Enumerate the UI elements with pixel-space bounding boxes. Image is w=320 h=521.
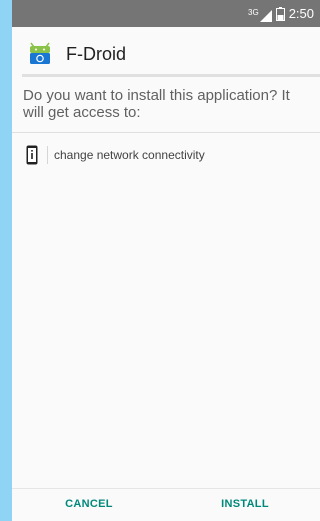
signal-icon: [259, 9, 272, 22]
install-button[interactable]: INSTALL: [198, 498, 292, 518]
clock: 2:50: [288, 6, 314, 21]
footer-divider: [12, 488, 320, 489]
install-dialog-screen: 3G 2:50 F-Droid Do you want to install t…: [12, 0, 320, 521]
cancel-button[interactable]: CANCEL: [42, 498, 136, 518]
permission-label: change network connectivity: [54, 148, 205, 162]
status-bar: 3G 2:50: [12, 0, 320, 27]
app-name: F-Droid: [66, 44, 127, 64]
phone-info-icon: [26, 145, 38, 165]
network-type-label: 3G: [248, 7, 259, 17]
section-divider: [12, 132, 320, 133]
permission-separator: [47, 146, 48, 164]
battery-icon: [275, 6, 285, 21]
header-divider: [22, 74, 320, 77]
network-indicator: 3G: [248, 6, 272, 22]
permission-item: change network connectivity: [12, 145, 320, 167]
install-question: Do you want to install this application?…: [23, 87, 290, 121]
app-header: F-Droid: [12, 27, 320, 77]
fdroid-app-icon: [30, 42, 50, 64]
